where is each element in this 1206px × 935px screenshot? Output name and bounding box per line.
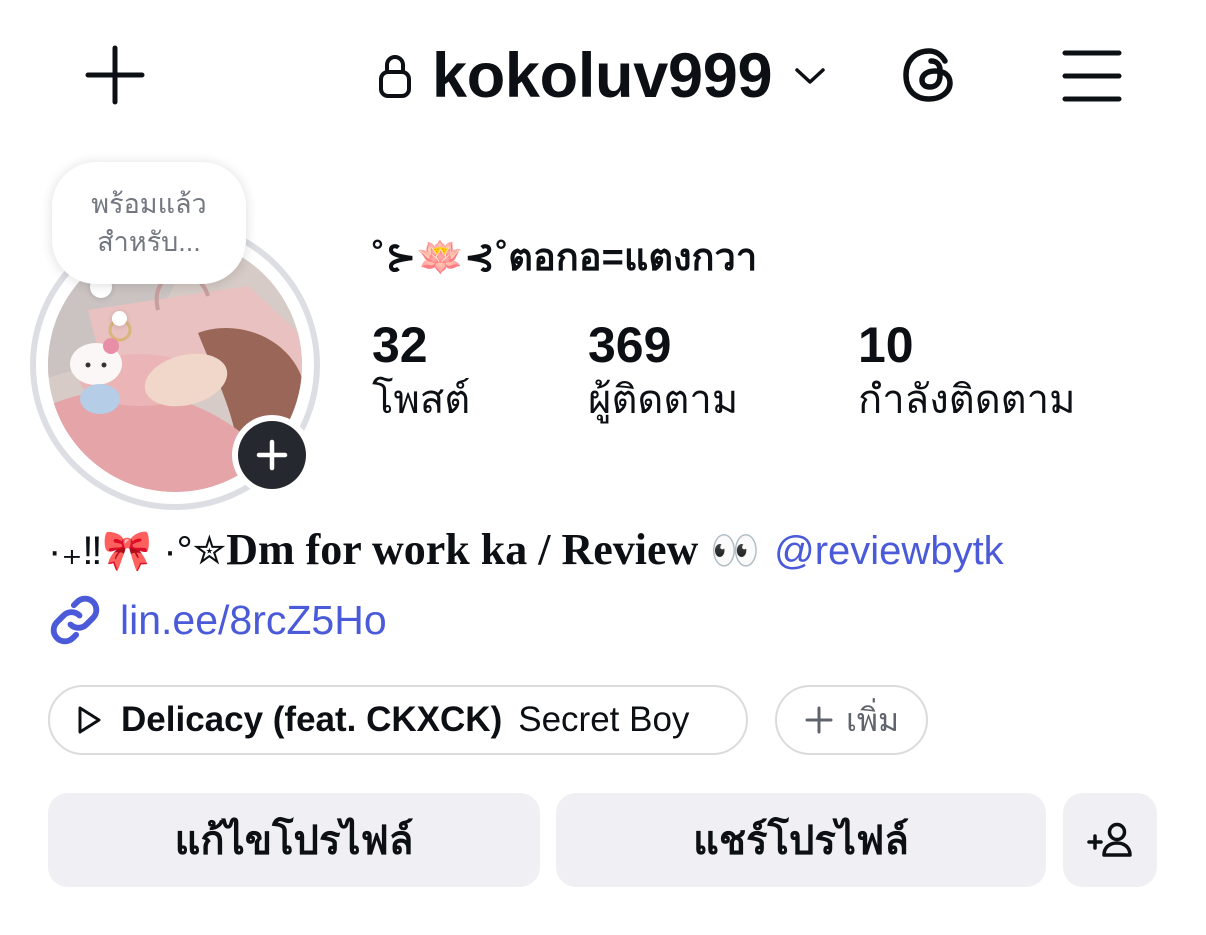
stat-value: 32 [372,317,428,373]
account-switcher-button[interactable]: kokoluv999 [376,36,826,116]
stat-posts[interactable]: 32 โพสต์ [372,318,470,428]
threads-button[interactable] [898,44,960,106]
stat-label: กำลังติดตาม [858,378,1076,422]
hamburger-menu-icon [1062,50,1122,102]
bio: ·₊‼🎀 ·°✮Dm for work ka / Review 👀 @reviewb… [48,522,1004,579]
stat-label: โพสต์ [372,378,471,422]
lock-icon [379,55,411,98]
bio-prefix: ·₊‼🎀 ·°✮ [48,529,227,573]
bio-mention-link[interactable]: @reviewbytk [774,529,1004,573]
plus-icon [805,706,833,734]
stat-label: ผู้ติดตาม [588,378,739,422]
stat-followers[interactable]: 369 ผู้ติดตาม [588,318,738,428]
bio-emoji: 👀 [710,529,761,573]
add-chip-button[interactable]: เพิ่ม [775,685,928,755]
note-bubble[interactable]: พร้อมแล้ว สำหรับ... [52,162,246,284]
profile-link-text: lin.ee/8rcZ5Ho [120,597,387,643]
add-person-icon [1087,822,1132,857]
note-bubble-tail-small [112,311,127,326]
music-artist: Secret Boy [518,700,690,739]
add-story-button[interactable] [232,415,312,495]
stat-following[interactable]: 10 กำลังติดตาม [858,318,1075,428]
new-post-button[interactable] [85,45,145,105]
threads-icon [903,48,953,102]
plus-icon [256,439,288,471]
note-text-line-1: พร้อมแล้ว [91,189,207,219]
profile-link[interactable]: lin.ee/8rcZ5Ho [48,592,387,648]
discover-people-button[interactable] [1063,793,1157,887]
music-title: Delicacy (feat. CKXCK) [121,700,503,739]
music-chip[interactable]: Delicacy (feat. CKXCK) Secret Boy [48,685,748,755]
play-icon [78,706,101,734]
note-text-line-2: สำหรับ... [97,227,201,257]
add-story-badge [238,421,306,489]
add-chip-label: เพิ่ม [845,701,900,738]
display-name: ˚⊱🪷⊰˚ตอกอ=แตงกวา [372,237,758,279]
link-icon [50,595,100,645]
share-profile-label: แชร์โปรไฟล์ [693,819,909,863]
edit-profile-label: แก้ไขโปรไฟล์ [174,819,414,863]
username: kokoluv999 [432,41,773,111]
stat-value: 10 [858,317,914,373]
edit-profile-button[interactable]: แก้ไขโปรไฟล์ [48,793,540,887]
bio-text: Dm for work ka / Review [226,525,699,574]
plus-icon [85,45,145,105]
share-profile-button[interactable]: แชร์โปรไฟล์ [556,793,1046,887]
stat-value: 369 [588,317,672,373]
menu-button[interactable] [1062,50,1122,102]
chevron-down-icon [795,68,825,84]
